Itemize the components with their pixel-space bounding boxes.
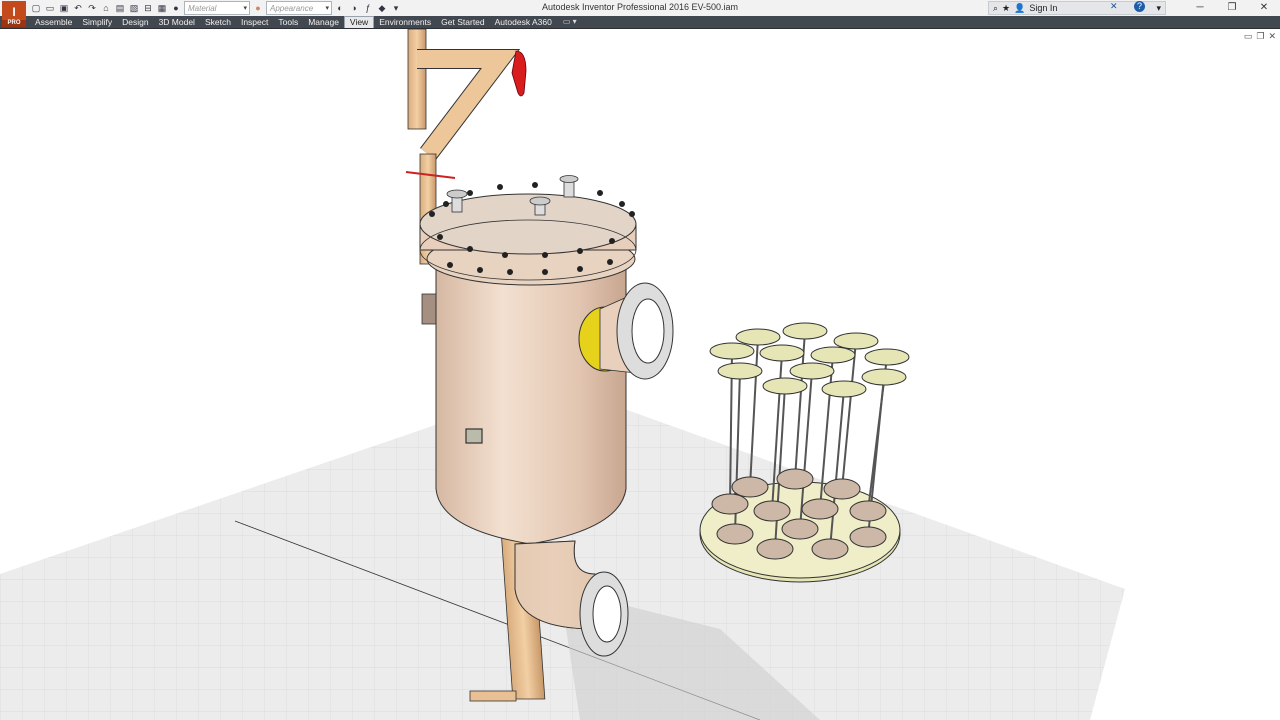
graphics-viewport[interactable] bbox=[0, 29, 1280, 720]
cartridge-top-disk bbox=[833, 332, 879, 350]
cartridge-cup bbox=[711, 493, 749, 515]
tab-autodesk-a360[interactable]: Autodesk A360 bbox=[490, 16, 557, 28]
customize-chevron-icon[interactable]: ▾ bbox=[390, 2, 402, 14]
cartridge-top-disk bbox=[864, 348, 910, 366]
appearance-dropdown[interactable]: Appearance ▾ bbox=[266, 1, 332, 15]
cartridge-top-disk bbox=[782, 322, 828, 340]
ribbon-tabs: Assemble Simplify Design 3D Model Sketch Insp… bbox=[30, 16, 583, 28]
tab-view[interactable]: View bbox=[343, 16, 375, 28]
tab-assemble[interactable]: Assemble bbox=[30, 16, 77, 28]
help-icon[interactable]: ? bbox=[1134, 1, 1145, 12]
cartridge-cup bbox=[756, 538, 794, 560]
cartridge-cup bbox=[849, 526, 887, 548]
save-icon[interactable]: ▣ bbox=[58, 2, 70, 14]
tab-environments[interactable]: Environments bbox=[374, 16, 436, 28]
quick-access-toolbar: ▢ ▭ ▣ ↶ ↷ ⌂ ▤ ▧ ⊟ ▦ ● Material ▾ ● Appea… bbox=[30, 1, 402, 15]
cartridge-top-disk bbox=[759, 344, 805, 362]
logo-letter: I bbox=[12, 5, 16, 19]
inventor-logo[interactable]: I PRO bbox=[2, 1, 26, 27]
tab-3d-model[interactable]: 3D Model bbox=[154, 16, 200, 28]
cartridge-cup bbox=[731, 476, 769, 498]
ribbon-overflow-icon[interactable]: ▭ ▾ bbox=[557, 16, 583, 28]
cartridge-top-disk bbox=[861, 368, 907, 386]
tab-get-started[interactable]: Get Started bbox=[436, 16, 489, 28]
tab-simplify[interactable]: Simplify bbox=[77, 16, 117, 28]
material-sphere-icon: ● bbox=[173, 3, 179, 13]
tab-inspect[interactable]: Inspect bbox=[236, 16, 273, 28]
sign-in-link[interactable]: Sign In bbox=[1029, 3, 1057, 13]
ilogic-icon[interactable]: ◆ bbox=[376, 2, 388, 14]
appearance-placeholder: Appearance bbox=[270, 3, 314, 13]
cartridge-cup bbox=[849, 500, 887, 522]
cartridge-top-disk bbox=[709, 342, 755, 360]
material-placeholder: Material bbox=[188, 3, 217, 13]
cartridge-top-disk bbox=[762, 377, 808, 395]
undo-icon[interactable]: ↶ bbox=[72, 2, 84, 14]
chevron-down-icon: ▾ bbox=[243, 5, 247, 12]
adjust-icon[interactable]: ◑ bbox=[348, 2, 360, 14]
close-button[interactable]: ✕ bbox=[1248, 0, 1280, 16]
cartridge-top-disk bbox=[821, 380, 867, 398]
minimize-button[interactable]: ─ bbox=[1184, 0, 1216, 16]
user-icon: 👤 bbox=[1014, 2, 1026, 13]
chevron-down-icon[interactable]: ▾ bbox=[1156, 3, 1161, 14]
tab-manage[interactable]: Manage bbox=[303, 16, 344, 28]
cartridge-cup bbox=[811, 538, 849, 560]
cartridge-top-disk bbox=[789, 362, 835, 380]
new-file-icon[interactable]: ▢ bbox=[30, 2, 42, 14]
cartridge-cup bbox=[776, 468, 814, 490]
open-folder-icon[interactable]: ▭ bbox=[44, 2, 56, 14]
cartridge-cup bbox=[716, 523, 754, 545]
cartridge-cup bbox=[753, 500, 791, 522]
title-bar: I PRO ▢ ▭ ▣ ↶ ↷ ⌂ ▤ ▧ ⊟ ▦ ● Material ▾ ●… bbox=[0, 0, 1280, 27]
home-icon[interactable]: ⌂ bbox=[100, 2, 112, 14]
cartridge-top-disk bbox=[735, 328, 781, 346]
tab-sketch[interactable]: Sketch bbox=[200, 16, 236, 28]
search-icon[interactable]: ⌕ bbox=[993, 3, 998, 14]
exchange-apps-icon[interactable]: ✕ bbox=[1110, 1, 1118, 12]
ribbon-tab-bar: Assemble Simplify Design 3D Model Sketch Insp… bbox=[0, 16, 1280, 29]
tab-tools[interactable]: Tools bbox=[273, 16, 303, 28]
cartridge-cup bbox=[823, 478, 861, 500]
cartridge-cup bbox=[781, 518, 819, 540]
update-icon[interactable]: ▤ bbox=[114, 2, 126, 14]
material-dropdown[interactable]: Material ▾ bbox=[184, 1, 250, 15]
redo-icon[interactable]: ↷ bbox=[86, 2, 98, 14]
cartridge-rod bbox=[841, 340, 857, 490]
projects-icon[interactable]: ▦ bbox=[156, 2, 168, 14]
measure-icon[interactable]: ⊟ bbox=[142, 2, 154, 14]
logo-pro-badge: PRO bbox=[2, 20, 26, 27]
window-controls: ─ ❐ ✕ bbox=[1184, 0, 1280, 16]
cartridge-top-disk bbox=[717, 362, 763, 380]
select-icon[interactable]: ▧ bbox=[128, 2, 140, 14]
cartridge-top-disk bbox=[810, 346, 856, 364]
parameters-icon[interactable]: ƒ bbox=[362, 2, 374, 14]
cartridge-cup bbox=[801, 498, 839, 520]
chevron-down-icon: ▾ bbox=[325, 5, 329, 12]
clear-appearance-icon[interactable]: ◐ bbox=[334, 2, 346, 14]
appearance-sphere-icon: ● bbox=[255, 3, 261, 13]
tab-design[interactable]: Design bbox=[117, 16, 153, 28]
valve-handle[interactable] bbox=[511, 50, 527, 97]
filter-cartridge-assembly[interactable] bbox=[699, 322, 910, 583]
restore-button[interactable]: ❐ bbox=[1216, 0, 1248, 16]
favorites-star-icon[interactable]: ★ bbox=[1002, 3, 1010, 14]
